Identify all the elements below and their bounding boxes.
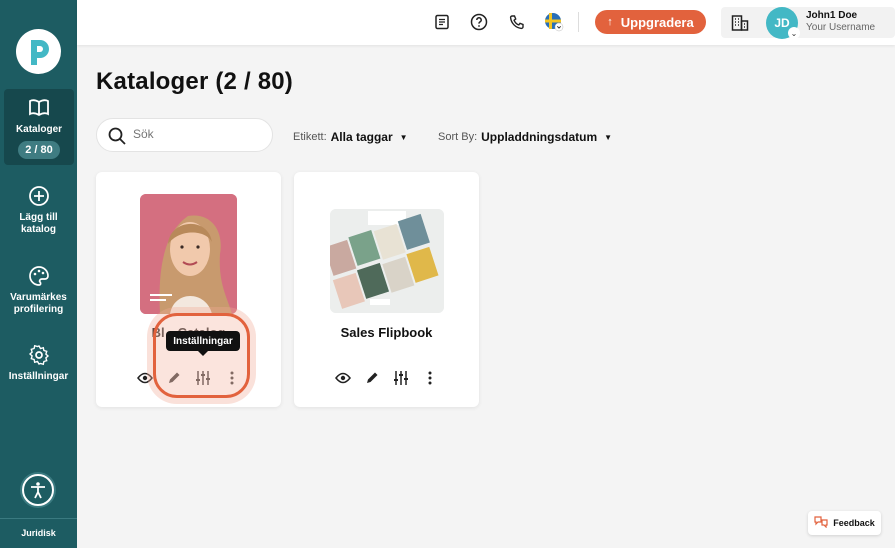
tag-filter-dropdown[interactable]: Etikett: Alla taggar ▼ — [293, 130, 408, 144]
catalog-title[interactable]: Sales Flipbook — [294, 325, 479, 340]
catalog-thumbnail[interactable] — [330, 209, 444, 313]
sidebar-item-settings[interactable]: Inställningar — [0, 343, 77, 383]
sidebar-divider — [0, 518, 77, 519]
caret-down-icon: ▼ — [399, 132, 408, 142]
sidebar-item-branding[interactable]: Varumärkes profilering — [0, 264, 77, 316]
edit-icon[interactable] — [364, 370, 380, 386]
catalog-card[interactable]: Sales Flipbook — [294, 172, 479, 407]
sidebar-item-label: Inställningar — [8, 371, 69, 382]
legal-link[interactable]: Juridisk — [0, 528, 77, 538]
topbar-divider — [578, 12, 579, 32]
sidebar-item-label: Lägg till katalog — [19, 212, 58, 235]
sidebar-item-label: Kataloger — [15, 124, 63, 135]
logo-mark-icon — [30, 39, 49, 65]
book-icon — [27, 96, 51, 120]
search-box[interactable] — [96, 118, 273, 152]
chevron-down-icon: ⌄ — [788, 27, 800, 39]
search-icon — [107, 126, 127, 151]
user-name: John1 Doe — [806, 10, 858, 21]
plus-circle-icon — [27, 184, 51, 208]
sidebar-item-label: Varumärkes profilering — [10, 292, 67, 315]
accessibility-button[interactable] — [22, 474, 54, 506]
page-title: Kataloger (2 / 80) — [96, 68, 293, 95]
sidebar-item-add-catalog[interactable]: Lägg till katalog — [0, 184, 77, 236]
accessibility-icon — [31, 482, 45, 499]
sidebar-item-kataloger[interactable]: Kataloger 2 / 80 — [4, 89, 74, 165]
building-icon[interactable] — [731, 14, 749, 37]
more-options-icon[interactable] — [422, 370, 438, 386]
help-icon[interactable] — [469, 12, 489, 32]
upgrade-button[interactable]: ↑ Uppgradera — [595, 10, 706, 34]
document-icon[interactable] — [432, 12, 452, 32]
language-flag-icon[interactable] — [544, 12, 564, 32]
settings-sliders-icon[interactable] — [393, 370, 409, 386]
catalog-actions — [335, 370, 438, 386]
sidebar: Kataloger 2 / 80 Lägg till katalog Varum… — [0, 0, 77, 548]
feedback-button[interactable]: Feedback — [808, 511, 881, 535]
view-icon[interactable] — [335, 370, 351, 386]
catalog-thumbnail[interactable] — [140, 194, 237, 314]
arrow-up-icon: ↑ — [607, 16, 613, 28]
sort-dropdown[interactable]: Sort By: Uppladdningsdatum ▼ — [438, 130, 612, 144]
account-menu[interactable]: JD ⌄ John1 Doe Your Username — [721, 7, 895, 39]
user-username: Your Username — [806, 22, 876, 33]
gear-icon — [27, 343, 51, 367]
view-icon[interactable] — [137, 370, 153, 386]
top-bar: ↑ Uppgradera JD ⌄ John1 Doe Your Usernam… — [77, 0, 895, 45]
app-logo[interactable] — [16, 29, 61, 74]
palette-icon — [27, 264, 51, 288]
search-input[interactable] — [133, 127, 263, 141]
phone-icon[interactable] — [507, 12, 527, 32]
catalog-count-badge: 2 / 80 — [18, 141, 60, 159]
feedback-icon — [814, 516, 828, 530]
settings-tooltip: Inställningar — [166, 331, 240, 356]
caret-down-icon: ▼ — [604, 132, 613, 142]
